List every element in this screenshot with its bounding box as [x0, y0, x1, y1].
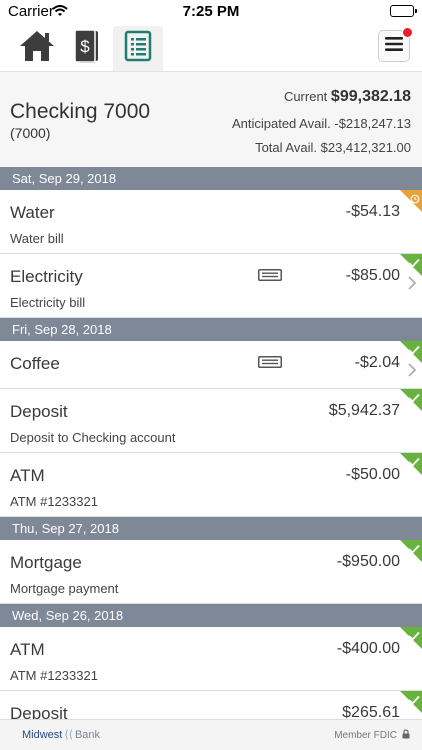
transaction-title: ATM — [10, 466, 45, 485]
transaction-description: ATM #1233321 — [10, 668, 98, 683]
transaction-title: Water — [10, 203, 55, 222]
account-summary: Checking 7000 (7000) Current $99,382.18 … — [0, 71, 422, 167]
account-number: (7000) — [10, 125, 51, 141]
anticipated-balance-value: -$218,247.13 — [334, 116, 411, 131]
check-icon — [408, 390, 420, 408]
check-icon — [408, 255, 420, 273]
transaction-title: ATM — [10, 640, 45, 659]
clock: 7:25 PM — [182, 3, 240, 20]
check-icon — [408, 342, 420, 360]
check-icon — [408, 454, 420, 472]
current-balance-label: Current — [283, 89, 328, 104]
brand-suffix: Bank — [74, 729, 101, 741]
transaction-row[interactable]: Deposit $5,942.37 Deposit to Checking ac… — [0, 389, 422, 453]
lock-icon — [402, 729, 410, 742]
footer: Midwest ⟨⟨ Bank Member FDIC — [0, 719, 422, 750]
memo-icon — [258, 268, 282, 286]
transaction-amount: -$2.04 — [354, 354, 400, 371]
check-icon — [408, 692, 420, 710]
total-balance-value: $23,412,321.00 — [320, 140, 411, 155]
transaction-amount: -$54.13 — [345, 203, 400, 220]
status-bar: Carrier 7:25 PM — [0, 0, 422, 24]
transaction-title: Deposit — [10, 704, 68, 719]
transaction-title: Electricity — [10, 267, 83, 286]
money-icon: $ — [70, 28, 104, 69]
ledger-icon — [124, 30, 152, 67]
check-icon — [408, 628, 420, 646]
transaction-description: Mortgage payment — [10, 581, 119, 596]
notification-dot — [402, 27, 413, 38]
transaction-row[interactable]: Mortgage -$950.00 Mortgage payment — [0, 540, 422, 604]
date-header: Wed, Sep 26, 2018 — [0, 604, 422, 627]
transaction-title: Mortgage — [10, 553, 82, 572]
current-balance-value: $99,382.18 — [330, 88, 411, 105]
total-balance-label: Total Avail. — [255, 140, 317, 155]
bank-logo: Midwest ⟨⟨ Bank — [22, 729, 101, 741]
transaction-description: Water bill — [10, 231, 64, 246]
anticipated-balance-label: Anticipated Avail. — [231, 116, 331, 131]
hamburger-icon — [385, 36, 403, 56]
transaction-amount: $5,942.37 — [328, 402, 400, 419]
chevron-right-icon — [408, 276, 417, 295]
date-header: Sat, Sep 29, 2018 — [0, 167, 422, 190]
tab-home[interactable] — [12, 26, 62, 71]
anticipated-balance: Anticipated Avail. -$218,247.13 — [232, 116, 411, 131]
transaction-row[interactable]: Deposit $265.61 — [0, 691, 422, 719]
chevron-right-icon — [408, 363, 417, 382]
transaction-description: Electricity bill — [10, 295, 86, 310]
top-nav: $ — [0, 24, 422, 71]
svg-text:$: $ — [80, 37, 90, 56]
transaction-title: Coffee — [10, 354, 60, 373]
menu-button[interactable] — [378, 27, 413, 62]
transaction-amount: -$85.00 — [345, 267, 400, 284]
transaction-amount: $265.61 — [342, 704, 400, 719]
transaction-row[interactable]: Coffee -$2.04 — [0, 341, 422, 389]
transaction-title: Deposit — [10, 402, 68, 421]
clock-icon — [410, 191, 420, 209]
transaction-row[interactable]: ATM -$50.00 ATM #1233321 — [0, 453, 422, 517]
transaction-amount: -$950.00 — [336, 553, 400, 570]
tab-transactions[interactable] — [113, 26, 163, 71]
transaction-amount: -$400.00 — [336, 640, 400, 657]
battery-icon — [390, 5, 417, 17]
transaction-description: Deposit to Checking account — [10, 430, 176, 445]
transaction-row[interactable]: Water -$54.13 Water bill — [0, 190, 422, 254]
tab-accounts[interactable]: $ — [62, 26, 112, 71]
memo-icon — [258, 355, 282, 373]
current-balance: Current $99,382.18 — [284, 88, 411, 106]
check-icon — [408, 541, 420, 559]
transaction-row[interactable]: Electricity -$85.00 Electricity bill — [0, 254, 422, 318]
transaction-amount: -$50.00 — [345, 466, 400, 483]
transaction-description: ATM #1233321 — [10, 494, 98, 509]
account-name: Checking 7000 — [10, 100, 151, 123]
fdic-label: Member FDIC — [334, 730, 397, 741]
date-header: Fri, Sep 28, 2018 — [0, 318, 422, 341]
fdic-notice: Member FDIC — [334, 729, 410, 742]
brand-name: Midwest — [22, 729, 63, 741]
total-balance: Total Avail. $23,412,321.00 — [255, 140, 411, 155]
date-header: Thu, Sep 27, 2018 — [0, 517, 422, 540]
transaction-row[interactable]: ATM -$400.00 ATM #1233321 — [0, 627, 422, 691]
home-icon — [18, 29, 56, 68]
